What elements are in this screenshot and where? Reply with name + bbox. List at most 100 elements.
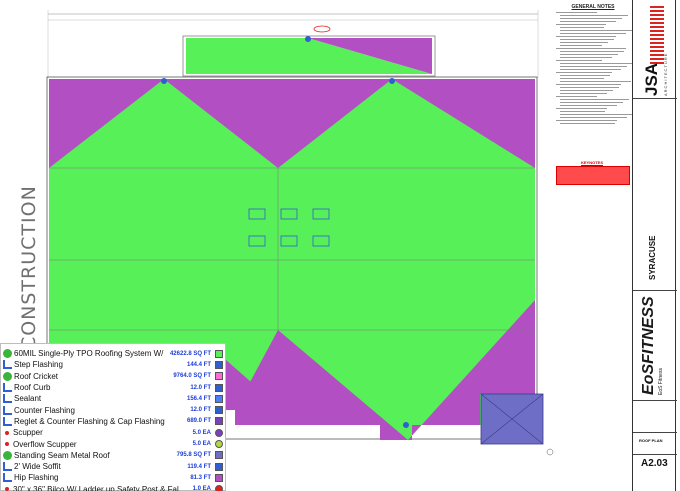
note-line [560,102,623,103]
client-logo: EoSFITNESS [640,296,657,395]
line-icon [3,416,12,426]
note-line [560,15,629,16]
legend-quantity: 5.0 EA [192,441,211,448]
line-icon [3,473,12,483]
legend-color-swatch[interactable] [215,485,223,491]
note-line [560,81,632,82]
count-icon [5,487,9,491]
legend-color-swatch[interactable] [215,406,223,415]
title-block-divider [633,98,677,99]
note-line [560,54,618,55]
grid-marker [546,448,554,456]
legend-row[interactable]: 60MIL Single-Ply TPO Roofing System W/42… [3,348,225,359]
note-line [560,105,617,106]
note-line [560,117,627,118]
line-icon [3,462,12,472]
legend-row[interactable]: Counter Flashing 12.0 FT [3,404,225,415]
note-line [560,33,626,34]
legend-quantity: 795.8 SQ FT [176,452,211,459]
title-block-divider [633,454,677,455]
area-icon [3,371,12,381]
legend-row[interactable]: Overflow Scupper 5.0 EA [3,438,225,449]
note-line [560,111,606,112]
legend-quantity: 12.0 FT [190,384,211,391]
note-line [556,96,598,97]
legend-quantity: 156.4 FT [186,395,211,402]
note-line [560,57,612,58]
title-block-divider [633,290,677,291]
legend-row[interactable]: Scupper 5.0 EA [3,427,225,438]
legend-color-swatch[interactable] [215,473,223,482]
note-line [560,30,632,31]
legend-row[interactable]: Roof Curb 12.0 FT [3,382,225,393]
legend-row[interactable]: Reglet & Counter Flashing & Cap Flashing… [3,416,225,427]
firm-subtitle: ARCHITECTURE [663,52,668,96]
note-line [556,24,607,25]
note-line [560,42,609,43]
legend-row[interactable]: Roof Cricket 9764.0 SQ FT [3,371,225,382]
note-line [560,87,620,88]
takeoff-legend[interactable]: 60MIL Single-Ply TPO Roofing System W/42… [0,343,226,491]
legend-color-swatch[interactable] [215,394,223,403]
line-icon [3,360,12,370]
scupper-marker[interactable] [403,422,409,428]
note-line [560,45,603,46]
general-notes-panel: GENERAL NOTES [556,4,634,126]
scupper-marker[interactable] [305,36,311,42]
legend-row[interactable]: Standing Seam Metal Roof 795.8 SQ FT [3,450,225,461]
legend-color-swatch[interactable] [215,451,223,460]
legend-quantity: 9764.0 SQ FT [173,373,211,380]
legend-color-swatch[interactable] [215,462,223,471]
city-label: SYRACUSE [648,235,657,280]
legend-color-swatch[interactable] [215,417,223,426]
note-line [556,120,617,121]
note-line [560,93,608,94]
legend-quantity: 1.0 EA [192,486,211,491]
legend-quantity: 689.0 FT [186,418,211,425]
note-line [560,123,615,124]
count-icon [5,442,9,447]
sheet-title: ROOF PLAN [639,438,663,443]
note-line [560,63,634,64]
note-line [560,75,610,76]
scupper-marker[interactable] [389,78,395,84]
note-line [560,99,629,100]
general-notes-title: GENERAL NOTES [571,4,615,10]
legend-color-swatch[interactable] [215,372,223,381]
keynotes-box [556,166,630,185]
note-line [556,48,626,49]
firm-logo: JSA ARCHITECTURE [642,12,668,96]
legend-row[interactable]: Step Flashing 144.4 FT [3,359,225,370]
area-icon [3,349,12,359]
title-block-divider [633,432,677,433]
legend-color-swatch[interactable] [215,349,223,358]
bilco-hatch-marker[interactable] [313,25,331,33]
note-line [556,72,612,73]
keynotes-title: KEYNOTES [581,160,604,165]
note-line [556,36,616,37]
legend-color-swatch[interactable] [215,440,223,449]
note-line [560,51,624,52]
legend-row[interactable]: Hip Flashing 81.3 FT [3,472,225,483]
legend-row[interactable]: 2' Wide Soffit 119.4 FT [3,461,225,472]
legend-color-swatch[interactable] [215,360,223,369]
line-icon [3,383,12,393]
note-line [556,84,622,85]
line-icon [3,394,12,404]
legend-quantity: 119.4 FT [187,463,211,470]
note-line [560,18,623,19]
scupper-marker[interactable] [161,78,167,84]
title-block-divider [633,400,677,401]
note-line [556,60,602,61]
project-name: EoS Fitness [658,368,664,395]
note-line [556,108,608,109]
legend-row[interactable]: 30" x 36" Bilco W/ Ladder up Safety Post… [3,484,225,491]
legend-color-swatch[interactable] [215,383,223,392]
line-icon [3,405,12,415]
legend-color-swatch[interactable] [215,428,223,437]
legend-quantity: 144.4 FT [186,361,211,368]
roof-plan-sheet: NOT FOR CONSTRUCTION GENERAL NOTES KEYNO… [0,0,680,491]
count-icon [5,430,9,435]
legend-row[interactable]: Sealant 156.4 FT [3,393,225,404]
legend-quantity: 42622.8 SQ FT [169,350,211,357]
